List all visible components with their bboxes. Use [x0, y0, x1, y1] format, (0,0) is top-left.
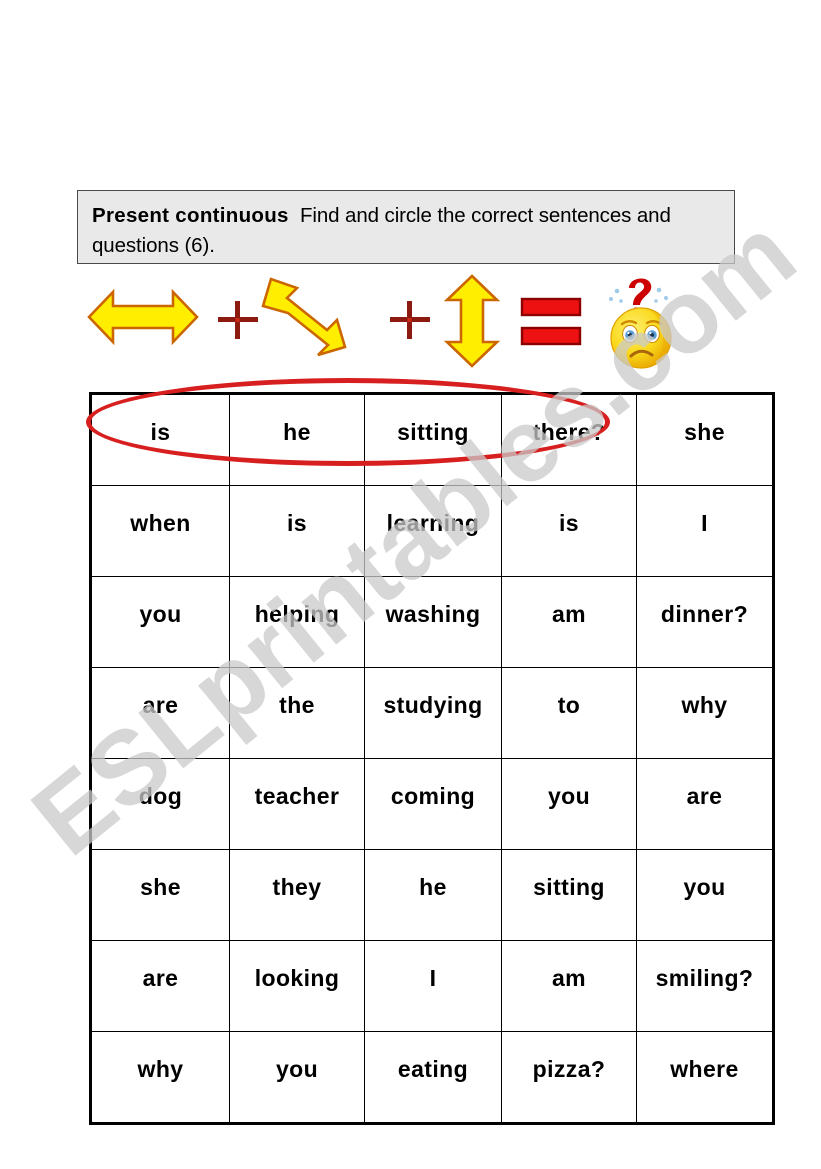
- instruction-spacer: [289, 204, 300, 227]
- plus-sign-icon: [390, 301, 430, 339]
- table-row: are looking I am smiling?: [90, 940, 774, 1032]
- grid-cell[interactable]: am: [501, 940, 637, 1032]
- grid-cell[interactable]: why: [90, 1031, 230, 1124]
- grid-cell[interactable]: coming: [364, 758, 502, 850]
- double-arrow-vertical-icon: [443, 274, 501, 368]
- grid-cell[interactable]: he: [364, 849, 502, 941]
- grid-cell[interactable]: to: [501, 667, 637, 759]
- table-row: dog teacher coming you are: [90, 758, 774, 850]
- topic-label: Present continuous: [92, 204, 289, 227]
- grid-cell[interactable]: are: [636, 758, 774, 850]
- double-arrow-horizontal-icon: [87, 288, 199, 346]
- grid-cell[interactable]: the: [229, 667, 365, 759]
- grid-cell[interactable]: you: [636, 849, 774, 941]
- grid-cell[interactable]: you: [229, 1031, 365, 1124]
- grid-cell[interactable]: are: [90, 940, 230, 1032]
- grid-cell[interactable]: helping: [229, 576, 365, 668]
- grid-cell[interactable]: why: [636, 667, 774, 759]
- confused-face-icon: [609, 278, 672, 369]
- grid-cell[interactable]: you: [90, 576, 230, 668]
- word-grid-body: is he sitting there? she when is learnin…: [90, 393, 774, 1124]
- table-row: are the studying to why: [90, 667, 774, 759]
- grid-cell[interactable]: pizza?: [501, 1031, 637, 1124]
- table-row: she they he sitting you: [90, 849, 774, 941]
- grid-cell[interactable]: learning: [364, 485, 502, 577]
- grid-cell[interactable]: is: [501, 485, 637, 577]
- grid-cell[interactable]: am: [501, 576, 637, 668]
- worksheet-page: Present continuous Find and circle the c…: [0, 0, 821, 1169]
- grid-cell[interactable]: where: [636, 1031, 774, 1124]
- grid-cell[interactable]: smiling?: [636, 940, 774, 1032]
- grid-cell[interactable]: dog: [90, 758, 230, 850]
- grid-cell[interactable]: teacher: [229, 758, 365, 850]
- grid-cell[interactable]: she: [90, 849, 230, 941]
- table-row: when is learning is I: [90, 485, 774, 577]
- grid-cell[interactable]: there?: [501, 393, 637, 486]
- plus-sign-icon: [218, 301, 258, 339]
- grid-cell[interactable]: sitting: [364, 393, 502, 486]
- grid-cell[interactable]: is: [90, 393, 230, 486]
- grid-cell[interactable]: is: [229, 485, 365, 577]
- double-arrow-diagonal-icon: [261, 277, 347, 357]
- grid-cell[interactable]: I: [364, 940, 502, 1032]
- grid-cell[interactable]: sitting: [501, 849, 637, 941]
- word-grid: is he sitting there? she when is learnin…: [89, 392, 775, 1125]
- grid-cell[interactable]: I: [636, 485, 774, 577]
- grid-cell[interactable]: she: [636, 393, 774, 486]
- table-row: you helping washing am dinner?: [90, 576, 774, 668]
- grid-cell[interactable]: eating: [364, 1031, 502, 1124]
- grid-cell[interactable]: dinner?: [636, 576, 774, 668]
- grid-cell[interactable]: studying: [364, 667, 502, 759]
- table-row: is he sitting there? she: [90, 393, 774, 486]
- grid-cell[interactable]: looking: [229, 940, 365, 1032]
- table-row: why you eating pizza? where: [90, 1031, 774, 1124]
- grid-cell[interactable]: are: [90, 667, 230, 759]
- grid-cell[interactable]: when: [90, 485, 230, 577]
- equals-sign-icon: [520, 297, 582, 346]
- equation-row: [77, 272, 737, 372]
- instruction-text: Present continuous Find and circle the c…: [92, 201, 724, 260]
- grid-cell[interactable]: you: [501, 758, 637, 850]
- grid-cell[interactable]: washing: [364, 576, 502, 668]
- instruction-box: Present continuous Find and circle the c…: [77, 190, 735, 264]
- grid-cell[interactable]: he: [229, 393, 365, 486]
- grid-cell[interactable]: they: [229, 849, 365, 941]
